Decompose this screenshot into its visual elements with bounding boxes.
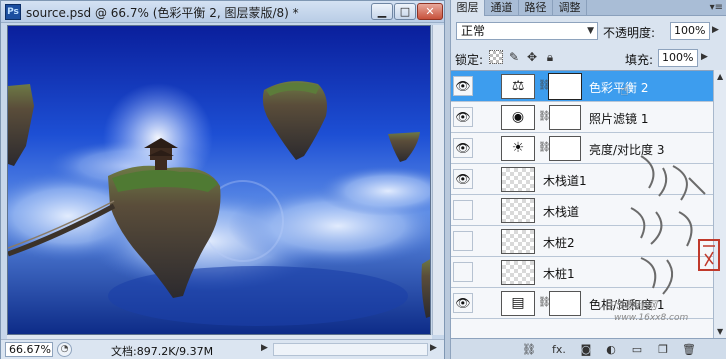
layer-thumbnail bbox=[501, 260, 535, 285]
scroll-down-icon[interactable]: ▼ bbox=[717, 327, 723, 336]
lock-pixels-brush-icon[interactable]: ✎ bbox=[507, 50, 521, 64]
photoshop-workspace: Ps source.psd @ 66.7% (色彩平衡 2, 图层蒙版/8) *… bbox=[0, 0, 726, 359]
blend-mode-select[interactable]: 正常 ▼ bbox=[456, 22, 598, 40]
layer-row-color-balance-2[interactable]: 👁︎ ⚖ ⛓ 色彩平衡 2 ☝ bbox=[451, 71, 713, 102]
balance-scale-icon: ⚖ bbox=[501, 74, 535, 99]
new-layer-icon[interactable]: ❐ bbox=[655, 342, 671, 357]
layer-name: 木栈道 bbox=[543, 205, 580, 219]
lock-all-padlock-icon[interactable]: 🔒︎ bbox=[543, 50, 557, 64]
fill-label: 填充: bbox=[625, 53, 654, 67]
image-canvas[interactable] bbox=[7, 25, 431, 335]
trash-icon[interactable]: 🗑︎ bbox=[681, 342, 697, 357]
document-window: Ps source.psd @ 66.7% (色彩平衡 2, 图层蒙版/8) *… bbox=[0, 0, 445, 359]
layer-mask-thumbnail[interactable] bbox=[548, 73, 582, 100]
hand-cursor-icon: ☝ bbox=[620, 83, 629, 99]
layer-name: 照片滤镜 1 bbox=[589, 112, 649, 126]
canvas-vertical-scrollbar[interactable] bbox=[432, 25, 444, 335]
watermark-site-name: PS教程网 bbox=[609, 299, 657, 312]
blend-mode-value: 正常 bbox=[461, 24, 486, 38]
lock-label: 锁定: bbox=[455, 53, 484, 67]
layer-mask-thumbnail[interactable] bbox=[549, 136, 581, 161]
tab-paths[interactable]: 路径 bbox=[519, 0, 553, 16]
status-scrollbar[interactable] bbox=[273, 343, 428, 356]
visibility-eye-icon[interactable]: 👁︎ bbox=[453, 76, 473, 96]
opacity-label: 不透明度: bbox=[603, 26, 656, 40]
scroll-right-icon[interactable]: ▶ bbox=[430, 343, 437, 353]
layer-name: 木栈道1 bbox=[543, 174, 587, 188]
tab-channels[interactable]: 通道 bbox=[485, 0, 519, 16]
maximize-button[interactable]: □ bbox=[394, 3, 416, 20]
layer-thumbnail bbox=[501, 167, 535, 192]
lock-transparency-icon[interactable] bbox=[489, 50, 503, 64]
chevron-down-icon: ▼ bbox=[587, 26, 594, 36]
scroll-up-icon[interactable]: ▲ bbox=[717, 72, 723, 81]
layer-name: 亮度/对比度 3 bbox=[589, 143, 665, 157]
maximize-icon: □ bbox=[399, 5, 411, 18]
status-bar: 66.67% ◔ 文档:897.2K/9.37M ▶ ▶ bbox=[1, 339, 444, 359]
layer-name: 色彩平衡 2 bbox=[589, 81, 649, 95]
new-group-icon[interactable]: ▭ bbox=[629, 342, 645, 357]
watermark-url: www.16xx8.com bbox=[614, 313, 689, 323]
lock-position-move-icon[interactable]: ✥ bbox=[525, 50, 539, 64]
layer-mask-thumbnail[interactable] bbox=[549, 291, 581, 316]
close-icon: ✕ bbox=[425, 5, 435, 18]
layer-row-photo-filter-1[interactable]: 👁︎ ◉ ⛓ 照片滤镜 1 bbox=[451, 102, 713, 133]
layer-list: 👁︎ ⚖ ⛓ 色彩平衡 2 ☝ 👁︎ ◉ ⛓ 照片滤镜 1 👁︎ ☀ ⛓ 亮度/… bbox=[451, 70, 713, 338]
document-title: source.psd @ 66.7% (色彩平衡 2, 图层蒙版/8) * bbox=[26, 6, 299, 20]
visibility-toggle-empty[interactable] bbox=[453, 231, 473, 251]
photoshop-app-icon: Ps bbox=[5, 4, 21, 20]
visibility-eye-icon[interactable]: 👁︎ bbox=[453, 107, 473, 127]
visibility-eye-icon[interactable]: 👁︎ bbox=[453, 293, 473, 313]
close-button[interactable]: ✕ bbox=[417, 3, 443, 20]
fill-field[interactable]: 100% bbox=[658, 49, 698, 67]
layer-mask-thumbnail[interactable] bbox=[549, 105, 581, 130]
tab-layers[interactable]: 图层 bbox=[451, 0, 485, 16]
layer-name: 木桩1 bbox=[543, 267, 575, 281]
visibility-eye-icon[interactable]: 👁︎ bbox=[453, 169, 473, 189]
photo-filter-icon: ◉ bbox=[501, 105, 535, 130]
hue-saturation-icon: ▤ bbox=[501, 291, 535, 316]
opacity-field[interactable]: 100% bbox=[670, 22, 710, 40]
minimize-icon: ▁ bbox=[377, 5, 387, 18]
layer-thumbnail bbox=[501, 198, 535, 223]
minimize-button[interactable]: ▁ bbox=[371, 3, 393, 20]
visibility-toggle-empty[interactable] bbox=[453, 200, 473, 220]
zoom-level-field[interactable]: 66.67% bbox=[5, 342, 53, 357]
layer-list-scrollbar[interactable]: ▲ ▼ bbox=[713, 70, 726, 338]
visibility-toggle-empty[interactable] bbox=[453, 262, 473, 282]
panel-menu-icon[interactable]: ▾≡ bbox=[710, 2, 723, 13]
panel-tab-bar: 图层 通道 路径 调整 ▾≡ bbox=[451, 0, 726, 16]
status-arrow-icon[interactable]: ▶ bbox=[261, 343, 268, 353]
document-title-bar[interactable]: Ps source.psd @ 66.7% (色彩平衡 2, 图层蒙版/8) *… bbox=[1, 1, 444, 23]
brightness-contrast-icon: ☀ bbox=[501, 136, 535, 161]
canvas-artwork bbox=[8, 26, 430, 334]
status-menu-icon[interactable]: ◔ bbox=[57, 342, 72, 357]
layer-row-boardwalk[interactable]: 木栈道 bbox=[451, 195, 713, 226]
layer-row-wooden-post-1[interactable]: 木桩1 bbox=[451, 257, 713, 288]
document-size-info: 文档:897.2K/9.37M bbox=[111, 345, 214, 358]
fx-icon[interactable]: fx. bbox=[551, 342, 567, 357]
layer-thumbnail bbox=[501, 229, 535, 254]
layers-panel-footer: ⛓ fx. ◙ ◐ ▭ ❐ 🗑︎ bbox=[451, 338, 726, 359]
layer-name: 木桩2 bbox=[543, 236, 575, 250]
fill-slider-icon[interactable]: ▶ bbox=[701, 52, 708, 62]
new-adjustment-icon[interactable]: ◐ bbox=[603, 342, 619, 357]
layer-row-boardwalk-1[interactable]: 👁︎ 木栈道1 bbox=[451, 164, 713, 195]
visibility-eye-icon[interactable]: 👁︎ bbox=[453, 138, 473, 158]
layer-row-wooden-post-2[interactable]: 木桩2 bbox=[451, 226, 713, 257]
opacity-slider-icon[interactable]: ▶ bbox=[712, 25, 719, 35]
tab-adjustments[interactable]: 调整 bbox=[553, 0, 587, 16]
layers-panel: 图层 通道 路径 调整 ▾≡ 正常 ▼ 不透明度: 100% ▶ 锁定: ✎ ✥… bbox=[450, 0, 726, 359]
layer-row-brightness-contrast-3[interactable]: 👁︎ ☀ ⛓ 亮度/对比度 3 bbox=[451, 133, 713, 164]
link-layers-icon[interactable]: ⛓ bbox=[521, 342, 537, 357]
add-mask-icon[interactable]: ◙ bbox=[578, 342, 594, 357]
